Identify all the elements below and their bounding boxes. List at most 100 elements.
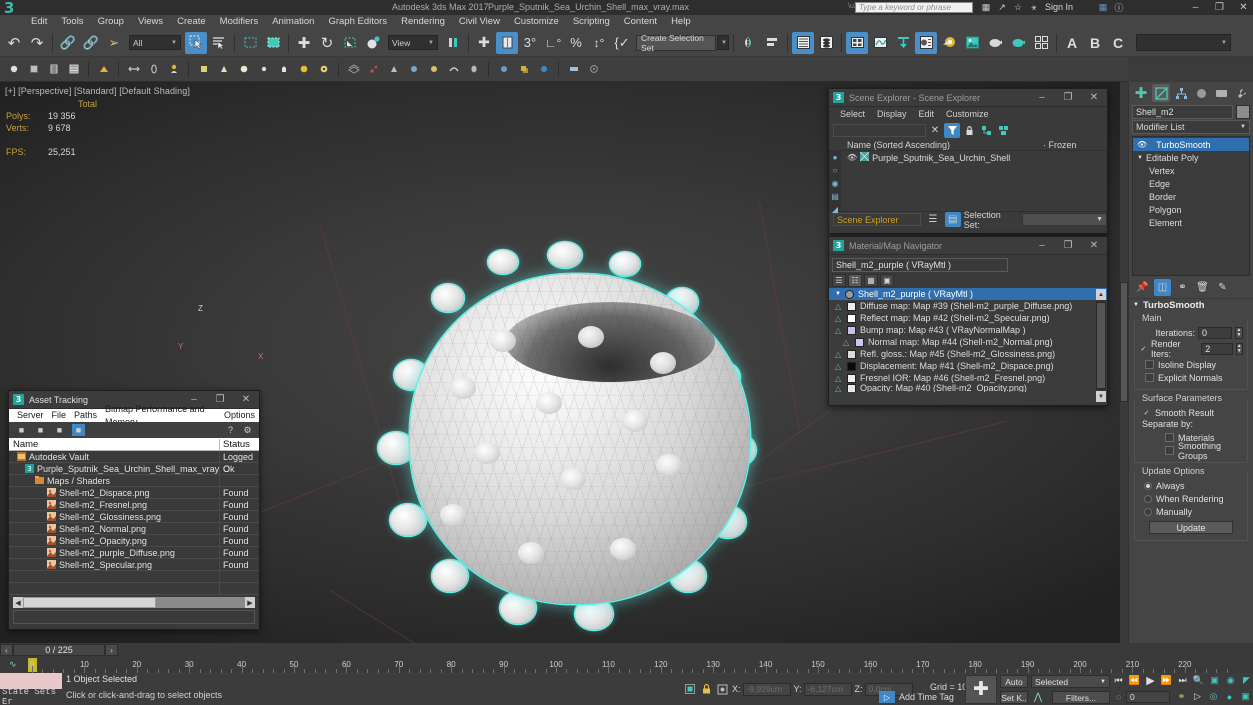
menu-paths[interactable]: Paths: [70, 409, 101, 422]
select-and-scale-icon[interactable]: [339, 32, 361, 54]
material-tree[interactable]: ▼ Shell_m2_purple ( VRayMtl ) △ Diffuse …: [829, 288, 1107, 403]
set-key-button[interactable]: ✚: [965, 675, 997, 704]
close-button[interactable]: ✕: [233, 391, 259, 409]
update-button[interactable]: Update: [1149, 521, 1233, 534]
vault-login-icon[interactable]: ■: [15, 424, 28, 436]
menu-item-help[interactable]: Help: [664, 15, 698, 29]
account-icon[interactable]: ⚹: [1028, 1, 1040, 13]
maximize-button[interactable]: ❐: [1214, 2, 1225, 13]
menu-server[interactable]: Server: [13, 409, 48, 422]
explicit-normals-row[interactable]: Explicit Normals: [1139, 371, 1243, 384]
render-iters-input[interactable]: 2: [1201, 342, 1233, 355]
helper-filter-icon[interactable]: ◢: [829, 203, 841, 216]
menu-file[interactable]: File: [48, 409, 71, 422]
sea-urchin-model[interactable]: [370, 242, 790, 642]
favorite-icon[interactable]: ☆: [1012, 1, 1024, 13]
render-iters-checkbox[interactable]: ✓: [1139, 344, 1148, 353]
material-tree-row[interactable]: △ Refl. gloss.: Map #45 (Shell-m2_Glossi…: [829, 348, 1107, 360]
iterations-input[interactable]: 0: [1198, 326, 1232, 339]
scroll-down-icon[interactable]: ▼: [1096, 391, 1106, 402]
viewport-label[interactable]: [+] [Perspective] [Standard] [Default Sh…: [5, 86, 190, 96]
current-material-field[interactable]: Shell_m2_purple ( VRayMtl ): [832, 258, 1008, 272]
key-mode-toggle-icon[interactable]: ◌: [1112, 690, 1125, 703]
update-always-row[interactable]: Always: [1139, 479, 1243, 492]
standard-primitives-icon[interactable]: [94, 60, 113, 79]
spacing-tool-icon[interactable]: [144, 60, 163, 79]
toggle-layer-explorer-icon[interactable]: [815, 32, 837, 54]
maximize-button[interactable]: ❐: [1055, 89, 1081, 107]
x-value[interactable]: -9,929cm: [742, 682, 791, 696]
select-and-link-icon[interactable]: 🔗: [57, 32, 79, 54]
minimize-button[interactable]: –: [1190, 2, 1201, 13]
render-setup-icon[interactable]: [938, 32, 960, 54]
layers-icon[interactable]: ☰: [925, 212, 941, 227]
smooth-result-checkbox[interactable]: ✓: [1142, 408, 1151, 417]
smoothing-groups-checkbox[interactable]: [1165, 446, 1174, 455]
material-editor-icon[interactable]: [915, 31, 937, 54]
previous-frame-button[interactable]: ‹: [0, 644, 13, 656]
material-tree-scrollbar[interactable]: ▲ ▼: [1096, 289, 1106, 402]
unlink-selection-icon[interactable]: 🔗: [80, 32, 102, 54]
table-row[interactable]: 3 Purple_Sputnik_Sea_Urchin_Shell_max_vr…: [9, 462, 259, 475]
percent-snap-toggle-icon[interactable]: ∟°: [542, 32, 564, 54]
list-view-icon[interactable]: ☰: [832, 273, 846, 287]
next-frame-button[interactable]: ›: [105, 644, 118, 656]
scrollbar-thumb[interactable]: [1120, 282, 1128, 402]
toggle-scene-explorer-icon[interactable]: [792, 31, 814, 54]
cylinder-object-icon[interactable]: [274, 60, 293, 79]
previous-frame-icon[interactable]: ⏪: [1128, 674, 1141, 687]
vray-plane-icon[interactable]: [564, 60, 583, 79]
sub-object-polygon[interactable]: Polygon: [1133, 203, 1249, 216]
sub-object-vertex[interactable]: Vertex: [1133, 164, 1249, 177]
zoom-icon[interactable]: 🔍: [1192, 674, 1205, 687]
selection-set-dropdown[interactable]: ▼: [1022, 213, 1107, 226]
expand-arrow-icon[interactable]: ▼: [835, 291, 841, 297]
isolate-selection-icon[interactable]: [716, 683, 729, 695]
sunlight-system-icon[interactable]: [494, 60, 513, 79]
box-primitive-icon[interactable]: [24, 60, 43, 79]
help-icon[interactable]: ⓘ: [1113, 1, 1125, 13]
asset-tracking-horizontal-scrollbar[interactable]: ◀ ▶: [13, 597, 255, 608]
editable-poly-icon[interactable]: [64, 60, 83, 79]
when-rendering-radio[interactable]: [1144, 494, 1152, 503]
go-to-end-icon[interactable]: ⏭: [1176, 674, 1189, 687]
key-filter-icon[interactable]: ∿: [9, 659, 17, 670]
cone-object-icon[interactable]: [214, 60, 233, 79]
y-coordinate-field[interactable]: Y: -6,127cm: [794, 682, 852, 696]
help-icon[interactable]: ?: [224, 424, 237, 436]
editable-mesh-icon[interactable]: [44, 60, 63, 79]
vray-proxy-icon[interactable]: [584, 60, 603, 79]
go-to-start-icon[interactable]: ⏮: [1112, 674, 1125, 687]
utilities-tab[interactable]: [1232, 84, 1250, 102]
zoom-region-icon[interactable]: ▣: [1208, 674, 1221, 687]
asset-tracking-rows[interactable]: Autodesk Vault Logged O 3 Purple_Sputnik…: [9, 450, 259, 595]
select-and-rotate-icon[interactable]: ↻: [316, 32, 338, 54]
material-tree-row[interactable]: △ Reflect map: Map #42 (Shell-m2_Specula…: [829, 312, 1107, 324]
material-tree-row[interactable]: ▼ Shell_m2_purple ( VRayMtl ): [829, 288, 1107, 300]
set-key-toggle-button[interactable]: Set K..: [1000, 691, 1028, 704]
manually-radio[interactable]: [1144, 507, 1152, 516]
schematic-view-icon[interactable]: [892, 32, 914, 54]
collapse-all-icon[interactable]: [995, 123, 1011, 138]
particle-system-icon[interactable]: [364, 60, 383, 79]
table-row[interactable]: Autodesk Vault Logged O: [9, 450, 259, 474]
point-helper-icon[interactable]: [4, 60, 23, 79]
maximize-viewport-toggle-icon[interactable]: ▣: [1239, 690, 1252, 703]
table-row[interactable]: [9, 570, 259, 583]
selection-filter-dropdown[interactable]: All ▼: [129, 35, 181, 50]
menu-edit[interactable]: Edit: [913, 107, 941, 122]
minimize-button[interactable]: –: [1029, 237, 1055, 255]
next-frame-icon[interactable]: ⏩: [1160, 674, 1173, 687]
create-tab[interactable]: ✚: [1132, 84, 1150, 102]
placement-tool-icon[interactable]: [362, 32, 384, 54]
bind-to-space-warp-icon[interactable]: ➢: [103, 32, 125, 54]
selection-set-icon[interactable]: ▤: [944, 212, 961, 227]
align-icon[interactable]: [761, 32, 783, 54]
material-tree-row[interactable]: △ Normal map: Map #44 (Shell-m2_Normal.p…: [829, 336, 1107, 348]
default-in-out-tangent-icon[interactable]: ⋀: [1029, 691, 1047, 704]
open-autodesk-c-icon[interactable]: C: [1107, 32, 1129, 54]
time-slider-ruler[interactable]: ∿ 0 10 20 30 40 50 60 70 80 90 100 110 120 130 140 150 1…: [0, 657, 1253, 673]
display-tab[interactable]: [1212, 84, 1230, 102]
menu-item-create[interactable]: Create: [170, 15, 213, 29]
small-icon-view-icon[interactable]: ▦: [864, 273, 878, 287]
